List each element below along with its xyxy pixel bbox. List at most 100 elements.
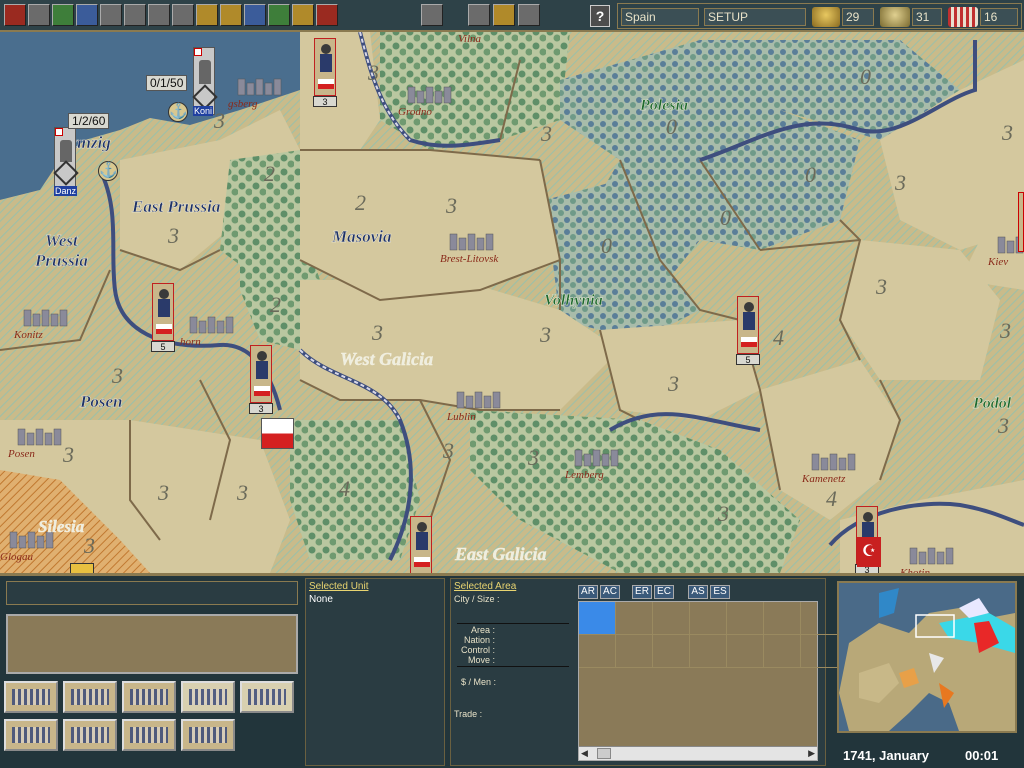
bottom-panel: Selected Unit None Selected Area City / … — [0, 573, 1024, 768]
at-icon-button[interactable] — [518, 4, 540, 26]
selected-area-panel: Selected Area City / Size : Area : Natio… — [450, 578, 838, 766]
map-icon-button[interactable] — [28, 4, 50, 26]
grid-cell[interactable] — [653, 602, 690, 635]
scroll-left-icon[interactable]: ◀ — [581, 748, 588, 759]
army-unit[interactable] — [152, 283, 174, 341]
grid-cell[interactable] — [616, 635, 653, 668]
edge-unit[interactable] — [1018, 192, 1024, 252]
tools-icon-button[interactable] — [493, 4, 515, 26]
grid-cell[interactable] — [616, 602, 653, 635]
horizontal-scrollbar[interactable]: ◀ ▶ — [579, 746, 817, 760]
minimap[interactable] — [837, 581, 1017, 733]
area-value: 0 — [860, 64, 871, 89]
unit-type-button-fleet[interactable] — [122, 719, 176, 751]
road-icon-button[interactable] — [292, 4, 314, 26]
cannon-icon-button[interactable] — [196, 4, 218, 26]
soldier-icon — [417, 522, 427, 532]
leader-icon-button[interactable] — [220, 4, 242, 26]
unit-type-button-leader[interactable] — [4, 719, 58, 751]
army-unit[interactable] — [410, 516, 432, 573]
scroll-right-icon[interactable]: ▶ — [808, 748, 815, 759]
grid-cell[interactable] — [727, 635, 764, 668]
grid-cell[interactable] — [579, 635, 616, 668]
area-value: 3 — [527, 445, 539, 470]
grid-cell[interactable] — [690, 635, 727, 668]
tab-ar[interactable]: AR — [578, 585, 598, 599]
cursor-icon-button[interactable] — [76, 4, 98, 26]
help-button[interactable]: ? — [590, 5, 610, 27]
build-icon-button[interactable] — [100, 4, 122, 26]
army-unit[interactable] — [314, 38, 336, 96]
diplomacy-icon-button[interactable] — [268, 4, 290, 26]
fortress-name: Koni — [193, 106, 214, 116]
unit-type-button-scroll[interactable] — [181, 681, 235, 713]
tab-ec[interactable]: EC — [654, 585, 674, 599]
city-name: Lublin — [446, 411, 476, 423]
supply-icon-button[interactable] — [148, 4, 170, 26]
area-unit-grid[interactable]: ◀ ▶ — [578, 601, 838, 761]
army-unit[interactable] — [737, 296, 759, 354]
grid-cell[interactable] — [801, 602, 838, 635]
grid-cell[interactable] — [653, 635, 690, 668]
region-name: Prussia — [34, 251, 88, 270]
tab-as[interactable]: AS — [688, 585, 708, 599]
region-name: East Galicia — [454, 544, 547, 564]
coins-icon — [812, 7, 840, 27]
grid-cell[interactable] — [727, 602, 764, 635]
move-cursor-icon-button[interactable] — [468, 4, 490, 26]
area-value: 3 — [442, 438, 454, 463]
region-name: Volhynia — [544, 292, 603, 309]
country-field: Spain — [621, 8, 699, 26]
document-icon-button[interactable] — [172, 4, 194, 26]
region-name: Posen — [79, 392, 123, 411]
tab-es[interactable]: ES — [710, 585, 730, 599]
city-size-label: City / Size : — [454, 594, 500, 604]
grid-cell[interactable] — [801, 635, 838, 668]
manpower-field: 16 — [980, 8, 1018, 26]
info-panel: Spain SETUP 29 31 16 — [617, 3, 1022, 29]
ottoman-flag-icon[interactable]: ☪ — [857, 537, 881, 567]
trade-label: Trade : — [454, 709, 483, 719]
unit-type-button-artillery[interactable] — [122, 681, 176, 713]
fortress-strength-label: 0/1/50 — [146, 75, 188, 91]
message-bar — [6, 581, 298, 605]
city-name: Konitz — [13, 329, 43, 341]
unit-type-button-scroll2[interactable] — [240, 681, 294, 713]
fort-icon-button[interactable] — [124, 4, 146, 26]
chart-icon-button[interactable] — [52, 4, 74, 26]
area-value: 3 — [1001, 120, 1013, 145]
grid-cell[interactable] — [690, 602, 727, 635]
unit-count: 3 — [313, 96, 337, 107]
tab-er[interactable]: ER — [632, 585, 652, 599]
money-men-label: $ / Men : — [461, 677, 497, 687]
small-unit-marker[interactable] — [70, 563, 94, 573]
unit-type-button-infantry[interactable] — [4, 681, 58, 713]
army-unit[interactable] — [250, 345, 272, 403]
nation-label: Nation : — [463, 635, 495, 645]
area-value: 3 — [539, 322, 551, 347]
region-name: West Galicia — [340, 349, 433, 369]
grid-cell[interactable] — [764, 602, 801, 635]
game-map[interactable]: Grodno Brest-Litovsk Lublin Lemberg Kamenetz… — [0, 32, 1024, 573]
income-field: 31 — [912, 8, 942, 26]
unit-type-button-militia[interactable] — [63, 719, 117, 751]
scroll-thumb[interactable] — [597, 748, 611, 759]
konigsberg-fortress[interactable] — [192, 47, 218, 115]
screen-icon-button[interactable] — [421, 4, 443, 26]
minimap-svg — [839, 588, 1015, 731]
confirm-icon-button[interactable] — [4, 4, 26, 26]
game-date: 1741, January — [843, 748, 930, 763]
unit-type-button-garrison[interactable] — [63, 681, 117, 713]
grid-cell[interactable] — [579, 602, 616, 635]
danzig-fortress[interactable] — [53, 127, 79, 189]
area-value: 3 — [167, 223, 179, 248]
area-value: 3 — [875, 274, 887, 299]
tab-ac[interactable]: AC — [600, 585, 620, 599]
grid-cell[interactable] — [764, 635, 801, 668]
victory-icon-button[interactable] — [244, 4, 266, 26]
unit-type-button-cavalry[interactable] — [181, 719, 235, 751]
region-name: East Prussia — [131, 197, 221, 216]
alert-icon-button[interactable] — [316, 4, 338, 26]
polish-flag-icon[interactable] — [261, 418, 294, 449]
message-box — [6, 614, 298, 674]
